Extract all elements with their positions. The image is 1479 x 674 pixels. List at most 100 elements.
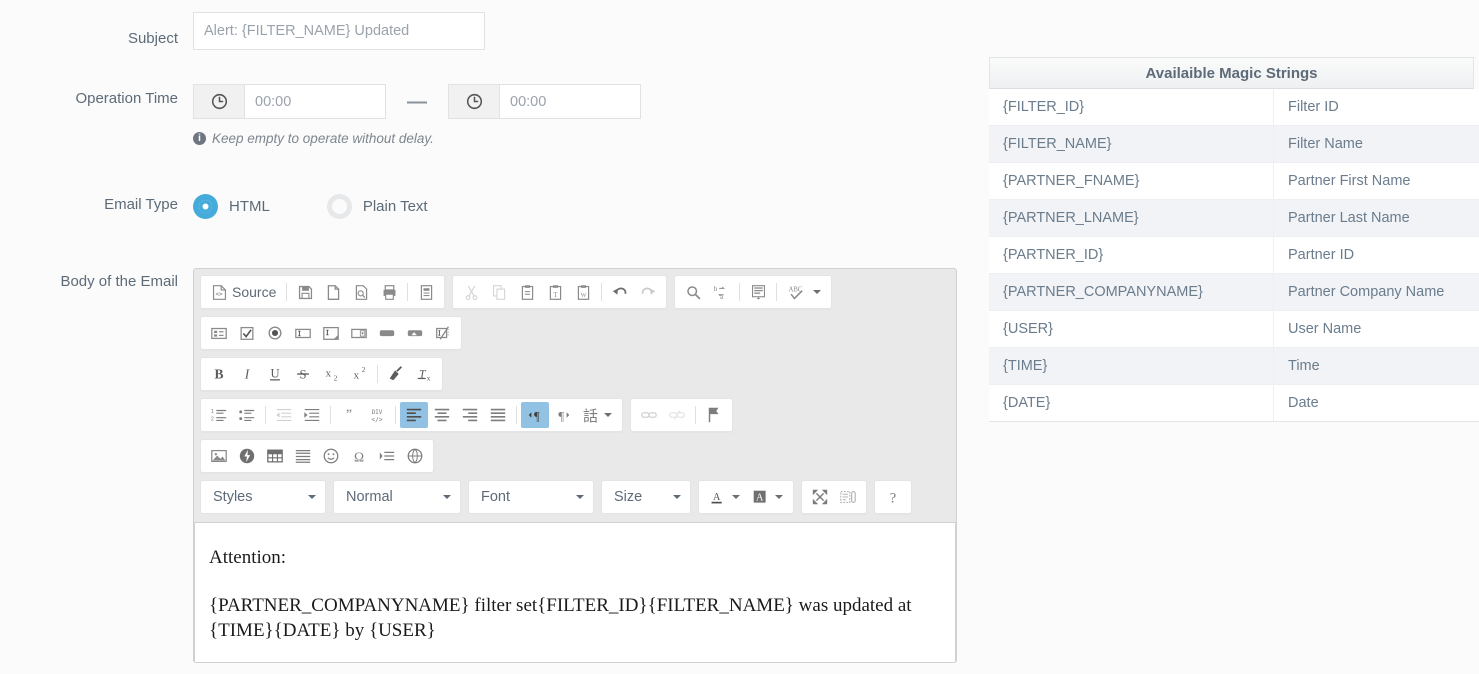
redo-icon[interactable] xyxy=(634,279,662,305)
info-icon: i xyxy=(193,132,206,145)
rtl-icon[interactable]: ¶ xyxy=(549,402,577,428)
strikethrough-icon[interactable]: S xyxy=(289,361,317,387)
svg-text:2: 2 xyxy=(334,374,338,382)
image-button-icon[interactable] xyxy=(401,320,429,346)
table-row[interactable]: {PARTNER_FNAME} Partner First Name xyxy=(989,163,1479,200)
superscript-icon[interactable]: x2 xyxy=(345,361,373,387)
replace-icon[interactable]: b a xyxy=(707,279,735,305)
operation-time-from-input[interactable] xyxy=(245,85,385,118)
clock-icon[interactable] xyxy=(194,85,245,118)
table-row[interactable]: {DATE} Date xyxy=(989,385,1479,422)
operation-time-from-group xyxy=(193,84,386,119)
chevron-down-icon[interactable] xyxy=(813,290,821,294)
image-icon[interactable] xyxy=(205,443,233,469)
email-type-option-html[interactable]: HTML xyxy=(193,194,270,219)
decrease-indent-icon[interactable] xyxy=(270,402,298,428)
hidden-field-icon[interactable] xyxy=(429,320,457,346)
clock-icon[interactable] xyxy=(449,85,500,118)
chevron-down-icon[interactable] xyxy=(604,413,612,417)
paragraph-format-dropdown[interactable]: Normal xyxy=(333,480,461,514)
align-right-icon[interactable] xyxy=(456,402,484,428)
show-blocks-icon[interactable] xyxy=(834,484,862,510)
chevron-down-icon[interactable] xyxy=(732,495,740,499)
find-icon[interactable] xyxy=(679,279,707,305)
textarea-icon[interactable] xyxy=(317,320,345,346)
language-icon[interactable]: 話 xyxy=(577,402,618,428)
increase-indent-icon[interactable] xyxy=(298,402,326,428)
flash-icon[interactable] xyxy=(233,443,261,469)
copy-formatting-icon[interactable] xyxy=(382,361,410,387)
chevron-down-icon[interactable] xyxy=(775,495,783,499)
page-break-icon[interactable] xyxy=(373,443,401,469)
paste-text-icon[interactable]: T xyxy=(541,279,569,305)
styles-dropdown[interactable]: Styles xyxy=(200,480,326,514)
toolbar-divider xyxy=(395,406,396,424)
source-icon[interactable]: <> Source xyxy=(205,279,282,305)
smiley-icon[interactable] xyxy=(317,443,345,469)
table-row[interactable]: {PARTNER_LNAME} Partner Last Name xyxy=(989,200,1479,237)
save-icon[interactable] xyxy=(291,279,319,305)
link-icon[interactable] xyxy=(635,402,663,428)
about-icon[interactable]: ? xyxy=(879,484,907,510)
undo-icon[interactable] xyxy=(606,279,634,305)
bold-icon[interactable]: B xyxy=(205,361,233,387)
email-type-option-plain-text[interactable]: Plain Text xyxy=(327,194,428,219)
subject-row: Subject xyxy=(0,12,960,52)
checkbox-icon[interactable] xyxy=(233,320,261,346)
unlink-icon[interactable] xyxy=(663,402,691,428)
spellcheck-icon[interactable]: ABC xyxy=(781,279,827,305)
table-row[interactable]: {PARTNER_ID} Partner ID xyxy=(989,237,1479,274)
button-icon[interactable] xyxy=(373,320,401,346)
background-color-icon[interactable]: A xyxy=(746,484,789,510)
svg-text:DIV: DIV xyxy=(372,410,383,416)
bulleted-list-icon[interactable] xyxy=(233,402,261,428)
table-icon[interactable] xyxy=(261,443,289,469)
justify-icon[interactable] xyxy=(484,402,512,428)
cut-icon[interactable] xyxy=(457,279,485,305)
special-character-icon[interactable]: Ω xyxy=(345,443,373,469)
svg-text:</>: </> xyxy=(371,416,383,423)
align-center-icon[interactable] xyxy=(428,402,456,428)
table-row[interactable]: {FILTER_NAME} Filter Name xyxy=(989,126,1479,163)
blockquote-icon[interactable]: ” xyxy=(335,402,363,428)
create-div-icon[interactable]: DIV </> xyxy=(363,402,391,428)
paste-word-icon[interactable]: W xyxy=(569,279,597,305)
select-all-icon[interactable] xyxy=(744,279,772,305)
table-row[interactable]: {TIME} Time xyxy=(989,348,1479,385)
select-field-icon[interactable] xyxy=(345,320,373,346)
templates-icon[interactable] xyxy=(412,279,440,305)
magic-string-desc: Date xyxy=(1274,385,1479,422)
text-field-icon[interactable] xyxy=(289,320,317,346)
table-row[interactable]: {PARTNER_COMPANYNAME} Partner Company Na… xyxy=(989,274,1479,311)
text-color-icon[interactable]: A xyxy=(703,484,746,510)
new-page-icon[interactable] xyxy=(319,279,347,305)
font-dropdown[interactable]: Font xyxy=(468,480,594,514)
magic-strings-table-body: {FILTER_ID} Filter ID {FILTER_NAME} Filt… xyxy=(989,89,1479,422)
align-left-icon[interactable] xyxy=(400,402,428,428)
print-icon[interactable] xyxy=(375,279,403,305)
table-row[interactable]: {FILTER_ID} Filter ID xyxy=(989,89,1479,126)
subject-input[interactable] xyxy=(193,12,485,50)
italic-icon[interactable]: I xyxy=(233,361,261,387)
iframe-icon[interactable] xyxy=(401,443,429,469)
form-icon[interactable] xyxy=(205,320,233,346)
remove-format-icon[interactable]: T x xyxy=(410,361,438,387)
maximize-icon[interactable] xyxy=(806,484,834,510)
numbered-list-icon[interactable]: 12 xyxy=(205,402,233,428)
radio-unselected-icon[interactable] xyxy=(327,194,352,219)
radio-button-icon[interactable] xyxy=(261,320,289,346)
paste-icon[interactable] xyxy=(513,279,541,305)
operation-time-to-input[interactable] xyxy=(500,85,640,118)
ltr-icon[interactable]: ¶ xyxy=(521,402,549,428)
email-body-editable-area[interactable]: Attention: {PARTNER_COMPANYNAME} filter … xyxy=(194,522,956,662)
preview-icon[interactable] xyxy=(347,279,375,305)
underline-icon[interactable]: U xyxy=(261,361,289,387)
anchor-icon[interactable] xyxy=(700,402,728,428)
subscript-icon[interactable]: x2 xyxy=(317,361,345,387)
size-dropdown[interactable]: Size xyxy=(601,480,691,514)
copy-icon[interactable] xyxy=(485,279,513,305)
table-row[interactable]: {USER} User Name xyxy=(989,311,1479,348)
svg-text:x: x xyxy=(354,370,360,382)
horizontal-rule-icon[interactable] xyxy=(289,443,317,469)
radio-selected-icon[interactable] xyxy=(193,194,218,219)
